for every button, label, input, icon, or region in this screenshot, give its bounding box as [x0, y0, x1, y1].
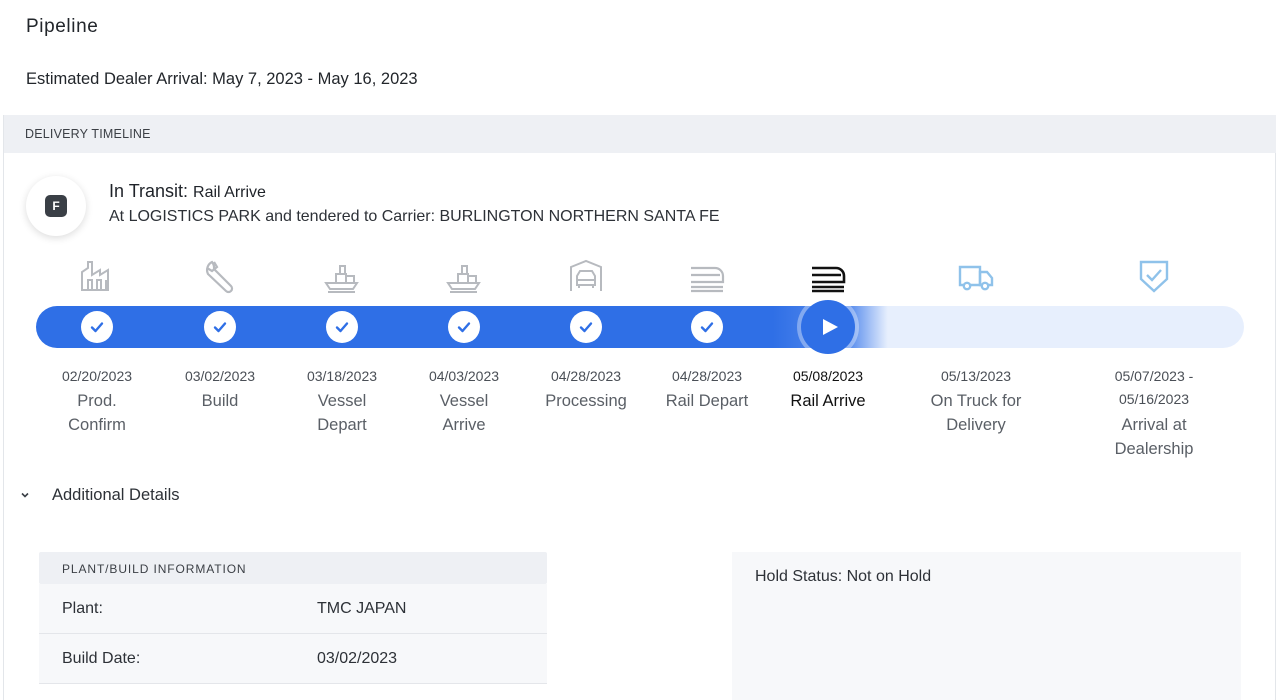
- step-date: 05/13/2023: [940, 368, 1012, 384]
- avatar-letter: F: [45, 195, 67, 217]
- estimated-arrival: Estimated Dealer Arrival: May 7, 2023 - …: [26, 70, 418, 88]
- hold-status-panel: Hold Status: Not on Hold: [732, 552, 1241, 700]
- delivery-timeline-header: DELIVERY TIMELINE: [4, 115, 1276, 153]
- plant-build-header: PLANT/BUILD INFORMATION: [39, 552, 547, 584]
- step-date: 04/28/2023: [671, 368, 743, 384]
- step-label: Build: [201, 392, 239, 410]
- step-label: Prod. Confirm: [68, 392, 126, 434]
- current-step-marker: [801, 300, 855, 354]
- status-value: Rail Arrive: [193, 184, 266, 201]
- status-prefix: In Transit:: [109, 181, 189, 201]
- step-label: Arrival at Dealership: [1114, 416, 1194, 458]
- page-title: Pipeline: [26, 16, 99, 37]
- step-date: 03/18/2023: [306, 368, 378, 384]
- step-date: 02/20/2023: [61, 368, 133, 384]
- step-date: 03/02/2023: [184, 368, 256, 384]
- step-date: 04/03/2023: [428, 368, 500, 384]
- shield-check-icon: [1134, 258, 1174, 294]
- timeline-card-border-right: [1275, 115, 1276, 700]
- step-date: 04/28/2023: [550, 368, 622, 384]
- car-lift-icon: [566, 258, 606, 294]
- plant-build-panel: PLANT/BUILD INFORMATION Plant: TMC JAPAN…: [39, 552, 547, 700]
- wrench-icon: [200, 258, 240, 294]
- step-label: Rail Depart: [665, 392, 749, 410]
- step-check-icon: [448, 311, 480, 343]
- step-check-icon: [570, 311, 602, 343]
- factory-icon: [77, 258, 117, 294]
- step-check-icon: [691, 311, 723, 343]
- plant-row: Plant: TMC JAPAN: [39, 584, 547, 634]
- timeline-card-border-left: [3, 115, 4, 700]
- hold-status-text: Hold Status: Not on Hold: [755, 568, 932, 585]
- build-date-row: Build Date: 03/02/2023: [39, 634, 547, 684]
- step-date: 05/07/2023 - 05/16/2023: [1114, 368, 1194, 407]
- status-line: In Transit: Rail Arrive: [109, 181, 266, 202]
- step-date-current: 05/08/2023: [792, 368, 864, 384]
- step-label: Processing: [545, 392, 627, 410]
- build-date-value: 03/02/2023: [317, 650, 398, 667]
- step-check-icon: [326, 311, 358, 343]
- step-label-current: Rail Arrive: [790, 392, 866, 410]
- train-icon: [687, 258, 727, 294]
- ship-icon: [322, 258, 362, 294]
- step-check-icon: [204, 311, 236, 343]
- ship-icon: [444, 258, 484, 294]
- additional-details-toggle[interactable]: Additional Details: [18, 484, 180, 506]
- avatar: F: [26, 176, 86, 236]
- step-label: Vessel Depart: [317, 392, 367, 434]
- additional-details-label: Additional Details: [52, 485, 180, 504]
- build-date-label: Build Date:: [62, 650, 141, 667]
- truck-icon: [956, 258, 996, 294]
- chevron-down-icon: [21, 492, 29, 498]
- status-detail: At LOGISTICS PARK and tendered to Carrie…: [109, 208, 720, 225]
- plant-value: TMC JAPAN: [317, 600, 407, 617]
- plant-label: Plant:: [62, 600, 103, 617]
- step-label: On Truck for Delivery: [930, 392, 1022, 434]
- step-label: Vessel Arrive: [439, 392, 489, 434]
- train-icon: [808, 258, 848, 294]
- step-check-icon: [81, 311, 113, 343]
